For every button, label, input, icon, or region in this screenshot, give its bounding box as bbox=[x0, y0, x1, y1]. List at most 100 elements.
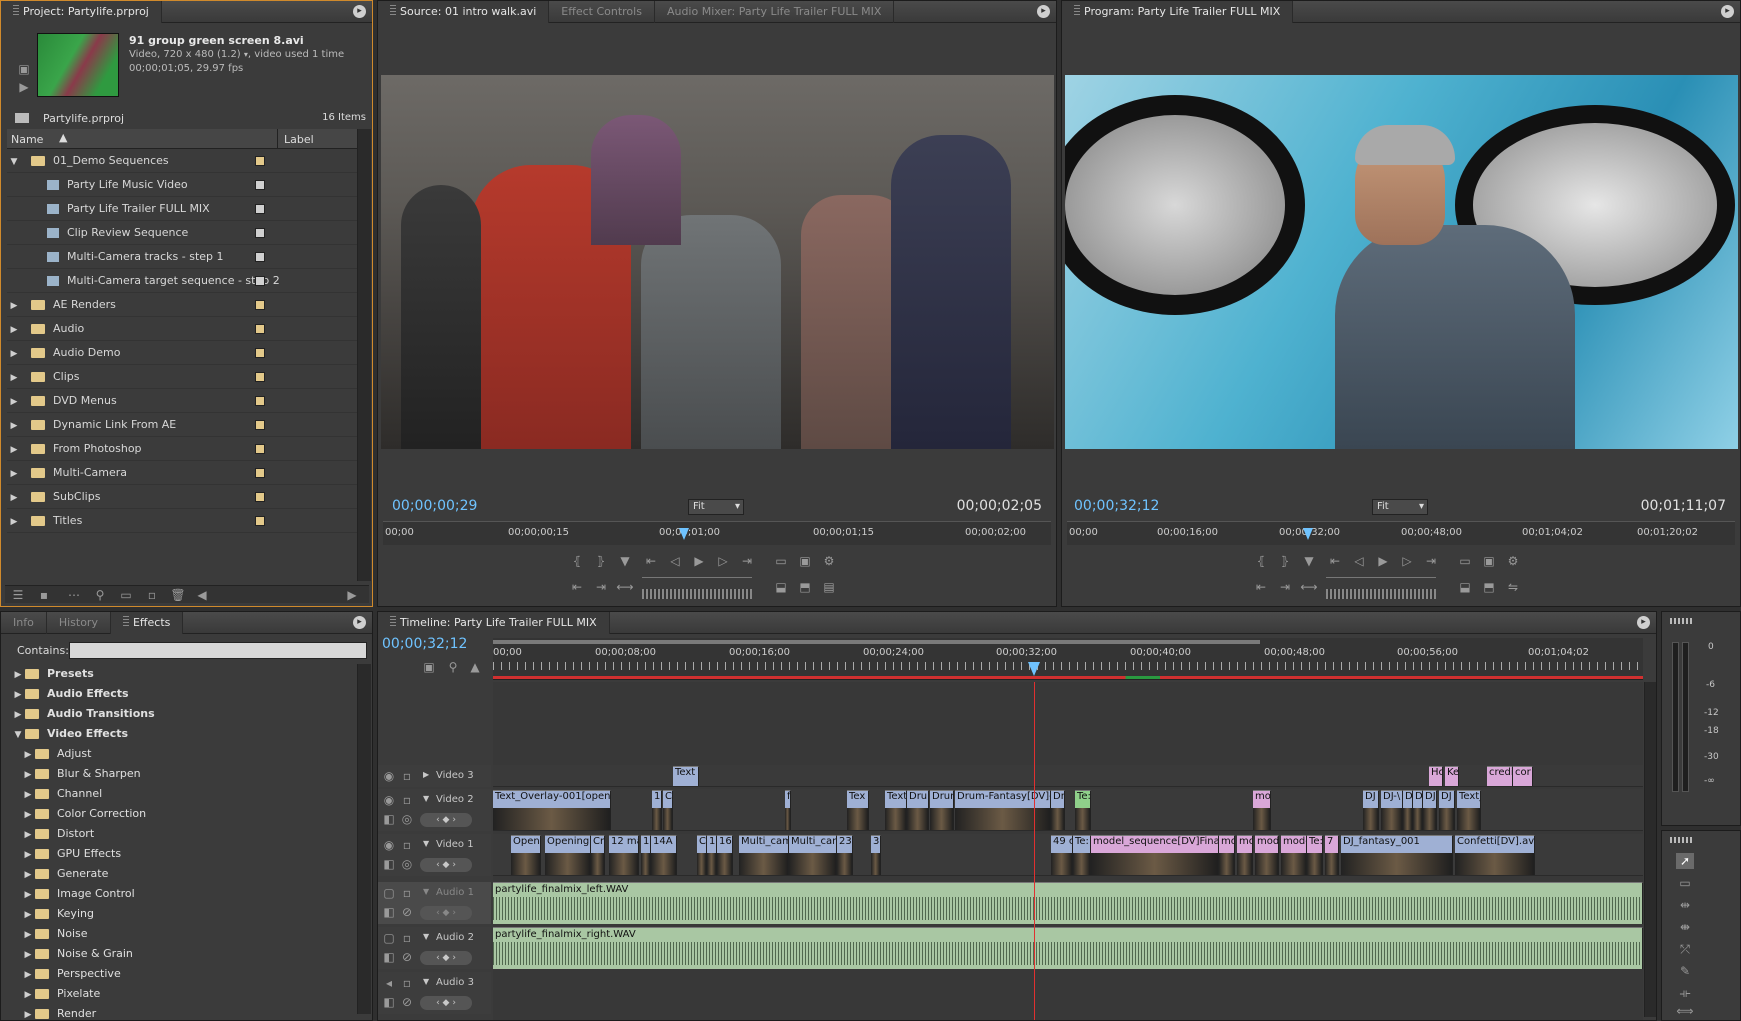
scroll-left-icon[interactable]: ◀ bbox=[193, 587, 211, 603]
step-forward-icon[interactable]: ▷ bbox=[1398, 553, 1416, 569]
label-color-swatch[interactable] bbox=[255, 252, 265, 262]
go-to-in-icon[interactable]: ⇤ bbox=[642, 553, 660, 569]
keyframe-nav[interactable]: ‹ ◆ › bbox=[420, 906, 472, 920]
eye-icon[interactable]: ◉ bbox=[380, 792, 398, 808]
sort-ascending-icon[interactable]: ▲ bbox=[59, 131, 67, 144]
keyframe-nav[interactable]: ‹ ◆ › bbox=[420, 858, 472, 872]
timeline-clip[interactable]: Dru bbox=[907, 790, 929, 830]
timeline-clip[interactable]: credi bbox=[1487, 766, 1513, 786]
label-color-swatch[interactable] bbox=[255, 180, 265, 190]
timeline-clip[interactable]: 16 bbox=[717, 835, 733, 875]
shuttle-slider[interactable] bbox=[642, 577, 752, 585]
lock-icon[interactable]: ▫ bbox=[398, 837, 416, 853]
collapse-icon[interactable]: ▼ bbox=[423, 932, 429, 941]
loop-icon[interactable]: ▭ bbox=[772, 553, 790, 569]
timeline-playhead-line[interactable] bbox=[1034, 682, 1035, 1020]
label-color-swatch[interactable] bbox=[255, 492, 265, 502]
export-frame-icon[interactable]: ▤ bbox=[820, 579, 838, 595]
collapse-icon[interactable]: ▼ bbox=[7, 150, 21, 174]
effects-bin[interactable]: ▶ Keying bbox=[21, 904, 94, 924]
effects-search-input[interactable] bbox=[69, 642, 367, 659]
meter-grip-icon[interactable] bbox=[1670, 618, 1694, 624]
mark-in-icon[interactable]: ⦃ bbox=[1252, 553, 1270, 569]
project-item[interactable]: ▶ Audio Demo bbox=[7, 341, 357, 365]
timeline-clip[interactable]: mod bbox=[1255, 835, 1279, 875]
ripple-edit-tool-icon[interactable]: ⇹ bbox=[1676, 897, 1694, 913]
project-item[interactable]: ▶ AE Renders bbox=[7, 293, 357, 317]
timeline-clip[interactable]: DJ_fantasy_001 bbox=[1341, 835, 1453, 875]
effects-bin[interactable]: ▶ Render bbox=[21, 1004, 97, 1020]
tab-history[interactable]: History bbox=[47, 612, 111, 634]
timeline-clip[interactable]: 49 c bbox=[1051, 835, 1073, 875]
timeline-clip[interactable]: 14A bbox=[651, 835, 677, 875]
timeline-clip[interactable]: C bbox=[663, 790, 673, 830]
play-icon[interactable]: ▶ bbox=[690, 553, 708, 569]
slip-tool-icon[interactable]: ⟛ bbox=[1676, 985, 1694, 1001]
label-color-swatch[interactable] bbox=[255, 468, 265, 478]
selection-tool-icon[interactable]: ➚ bbox=[1676, 853, 1694, 869]
project-item[interactable]: ▶ Multi-Camera bbox=[7, 461, 357, 485]
project-item[interactable]: ▶ Titles bbox=[7, 509, 357, 533]
project-item[interactable]: ▶ Dynamic Link From AE bbox=[7, 413, 357, 437]
effects-bin[interactable]: ▶ Color Correction bbox=[21, 804, 147, 824]
project-item[interactable]: ▼ 01_Demo Sequences bbox=[7, 149, 357, 173]
timeline-clip[interactable]: Te: bbox=[1307, 835, 1323, 875]
timeline-clip[interactable]: Opening bbox=[545, 835, 591, 875]
grip-icon[interactable] bbox=[390, 615, 396, 626]
expand-icon[interactable]: ▶ bbox=[11, 665, 25, 685]
expand-icon[interactable]: ▶ bbox=[21, 905, 35, 925]
col-name-header[interactable]: Name bbox=[11, 133, 43, 146]
set-marker-icon[interactable]: ▼ bbox=[616, 553, 634, 569]
tab-effects[interactable]: Effects bbox=[110, 612, 184, 634]
expand-icon[interactable]: ▶ bbox=[11, 685, 25, 705]
project-item[interactable]: Multi-Camera tracks - step 1 bbox=[7, 245, 357, 269]
timeline-clip[interactable]: 12 ma bbox=[609, 835, 639, 875]
label-color-swatch[interactable] bbox=[255, 276, 265, 286]
shuttle-icon[interactable]: ⇥ bbox=[1276, 579, 1294, 595]
panel-menu-icon[interactable]: ▸ bbox=[353, 5, 366, 18]
panel-menu-icon[interactable]: ▸ bbox=[1721, 5, 1734, 18]
effects-bin[interactable]: ▶ Noise & Grain bbox=[21, 944, 133, 964]
effects-bin[interactable]: ▶ Distort bbox=[21, 824, 95, 844]
display-style-icon[interactable]: ⊘ bbox=[398, 949, 416, 965]
timeline-clip[interactable]: Multi_cam bbox=[739, 835, 789, 875]
snap-icon[interactable]: ▣ bbox=[420, 659, 438, 675]
lock-icon[interactable]: ▫ bbox=[398, 930, 416, 946]
project-scrollbar[interactable] bbox=[357, 129, 371, 581]
tab-timeline[interactable]: Timeline: Party Life Trailer FULL MIX bbox=[378, 612, 610, 634]
project-item[interactable]: ▶ DVD Menus bbox=[7, 389, 357, 413]
overlay-icon[interactable]: ⬒ bbox=[796, 579, 814, 595]
jog-back-icon[interactable]: ⇤ bbox=[568, 579, 586, 595]
audio1-clip[interactable]: partylife_finalmix_left.WAV bbox=[493, 882, 1643, 924]
expand-icon[interactable]: ▶ bbox=[7, 342, 21, 366]
list-view-icon[interactable]: ☰ bbox=[9, 587, 27, 603]
source-current-timecode[interactable]: 00;00;00;29 bbox=[392, 498, 477, 514]
timeline-clip[interactable]: mo bbox=[1219, 835, 1235, 875]
lock-icon[interactable]: ▫ bbox=[398, 885, 416, 901]
label-color-swatch[interactable] bbox=[255, 396, 265, 406]
play-in-out-icon[interactable]: ⟷ bbox=[616, 579, 634, 595]
display-style-icon[interactable]: ◎ bbox=[398, 856, 416, 872]
expand-icon[interactable]: ▶ bbox=[21, 965, 35, 985]
timeline-clip[interactable]: mode bbox=[1281, 835, 1307, 875]
timeline-clip[interactable]: 1 bbox=[707, 835, 717, 875]
program-zoom-select[interactable]: Fit ▾ bbox=[1372, 499, 1428, 515]
grip-icon[interactable] bbox=[1074, 4, 1080, 15]
project-item[interactable]: ▶ Clips bbox=[7, 365, 357, 389]
timeline-clip[interactable]: Te: bbox=[1073, 835, 1091, 875]
poster-frame-icon[interactable]: ▣ bbox=[15, 61, 33, 77]
timeline-clip[interactable]: Drum-Fantasy[DV]-0( bbox=[955, 790, 1051, 830]
expand-icon[interactable]: ▶ bbox=[7, 486, 21, 510]
expand-icon[interactable]: ▶ bbox=[21, 765, 35, 785]
set-marker-icon[interactable]: ▲ bbox=[466, 659, 484, 675]
shuttle-icon[interactable]: ⇥ bbox=[592, 579, 610, 595]
effects-bin[interactable]: ▶ GPU Effects bbox=[21, 844, 122, 864]
razor-tool-icon[interactable]: ✎ bbox=[1676, 963, 1694, 979]
step-back-icon[interactable]: ◁ bbox=[666, 553, 684, 569]
expand-icon[interactable]: ▶ bbox=[7, 390, 21, 414]
timeline-clip[interactable]: Hc bbox=[1429, 766, 1443, 786]
timeline-clip[interactable]: Ke bbox=[1445, 766, 1459, 786]
project-item[interactable]: ▶ Audio bbox=[7, 317, 357, 341]
mark-out-icon[interactable]: ⦄ bbox=[1276, 553, 1294, 569]
timeline-clip[interactable]: Open bbox=[511, 835, 541, 875]
